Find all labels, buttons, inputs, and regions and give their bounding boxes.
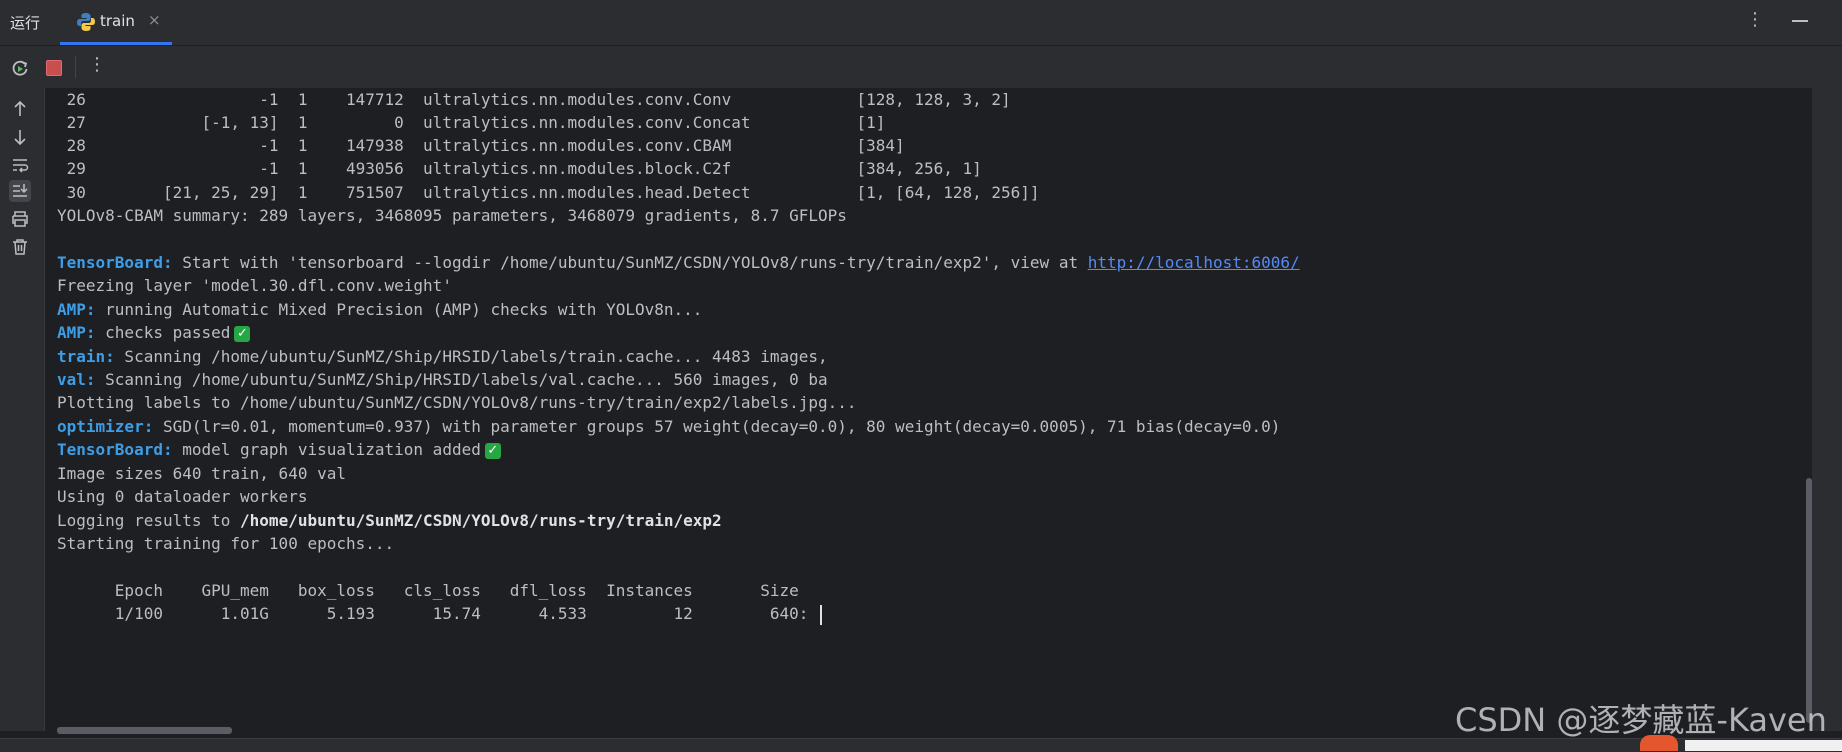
active-tab-indicator — [60, 42, 172, 45]
tensorboard-graph-line: TensorBoard: model graph visualization a… — [57, 436, 501, 463]
close-icon[interactable]: × — [148, 11, 161, 29]
log-prefix: train: — [57, 347, 115, 366]
console-line: Plotting labels to /home/ubuntu/SunMZ/CS… — [57, 393, 857, 412]
log-text: checks passed — [95, 323, 231, 342]
text-cursor — [820, 604, 823, 625]
trash-icon[interactable] — [9, 236, 31, 258]
log-text: Start with 'tensorboard --logdir /home/u… — [172, 253, 1088, 272]
epoch-progress-row: 1/100 1.01G 5.193 15.74 4.533 12 640: — [57, 600, 823, 627]
scroll-down-icon[interactable] — [9, 126, 31, 148]
scroll-up-icon[interactable] — [9, 98, 31, 120]
check-icon: ✓ — [234, 325, 251, 342]
soft-wrap-icon[interactable] — [9, 154, 31, 176]
console-output[interactable]: 26 -1 1 147712 ultralytics.nn.modules.co… — [45, 88, 1812, 731]
toolbar-divider — [75, 56, 76, 78]
console-line: Starting training for 100 epochs... — [57, 534, 395, 553]
watermark-box — [1685, 740, 1842, 751]
log-text: SGD(lr=0.01, momentum=0.937) with parame… — [153, 417, 1281, 436]
log-prefix: AMP: — [57, 300, 96, 319]
run-window-title: 运行 — [10, 14, 41, 32]
rerun-icon[interactable] — [10, 58, 30, 78]
log-prefix: TensorBoard: — [57, 253, 173, 272]
console-line: Using 0 dataloader workers — [57, 487, 308, 506]
amp-passed-line: AMP: checks passed ✓ — [57, 319, 251, 346]
log-prefix: optimizer: — [57, 417, 154, 436]
right-tool-strip — [1812, 46, 1842, 731]
tool-window-header: 运行 train × ⋮ — [0, 0, 1842, 46]
model-summary-line: YOLOv8-CBAM summary: 289 layers, 3468095… — [57, 206, 847, 225]
console-side-toolbar — [0, 88, 45, 731]
log-prefix: TensorBoard: — [57, 440, 173, 459]
print-icon[interactable] — [9, 208, 31, 230]
log-text: Logging results to — [57, 511, 241, 530]
more-options-icon[interactable]: ⋮ — [88, 54, 106, 75]
console-line: 29 -1 1 493056 ultralytics.nn.modules.bl… — [57, 159, 982, 178]
epoch-values: 1/100 1.01G 5.193 15.74 4.533 12 640: — [57, 604, 809, 623]
log-text: model graph visualization added — [172, 440, 481, 459]
log-prefix: AMP: — [57, 323, 96, 342]
log-text: Scanning /home/ubuntu/SunMZ/Ship/HRSID/l… — [95, 370, 828, 389]
watermark: CSDN @逐梦藏蓝-Kaven — [1455, 701, 1827, 739]
log-text: Scanning /home/ubuntu/SunMZ/Ship/HRSID/l… — [114, 347, 828, 366]
log-prefix: val: — [57, 370, 96, 389]
tab-label: train — [100, 12, 135, 30]
python-icon — [77, 13, 95, 31]
tensorboard-link[interactable]: http://localhost:6006/ — [1088, 253, 1300, 272]
console-line: Freezing layer 'model.30.dfl.conv.weight… — [57, 276, 452, 295]
more-options-icon[interactable]: ⋮ — [1746, 9, 1764, 30]
log-path: /home/ubuntu/SunMZ/CSDN/YOLOv8/runs-try/… — [240, 511, 722, 530]
stop-icon[interactable] — [46, 60, 62, 76]
scroll-to-end-icon[interactable] — [9, 180, 31, 202]
vertical-scrollbar-thumb[interactable] — [1806, 478, 1812, 723]
log-text: running Automatic Mixed Precision (AMP) … — [95, 300, 703, 319]
horizontal-scrollbar-thumb[interactable] — [57, 727, 232, 734]
minimize-icon[interactable] — [1792, 20, 1808, 22]
tab-train[interactable]: train × — [60, 0, 172, 45]
check-icon: ✓ — [484, 442, 501, 459]
run-toolbar: ⋮ — [0, 46, 1812, 88]
